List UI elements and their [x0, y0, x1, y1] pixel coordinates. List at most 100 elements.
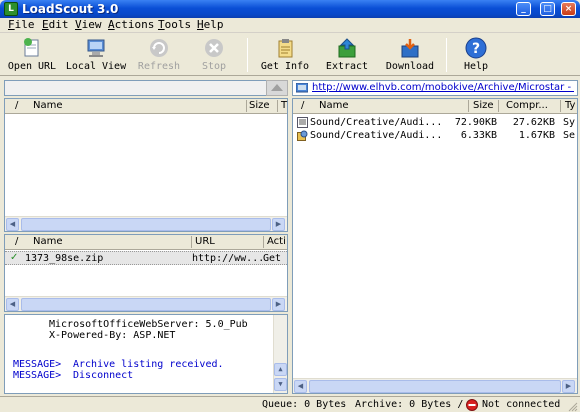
log-pane[interactable]: MicrosoftOfficeWebServer: 5.0_Pub X-Powe… — [4, 314, 288, 394]
col-compressed[interactable]: Compr... — [506, 100, 548, 111]
scroll-right-icon[interactable]: ▶ — [272, 218, 285, 231]
archive-row-type: Sy — [563, 117, 576, 128]
setup-file-icon — [297, 130, 308, 141]
extract-icon — [335, 36, 359, 60]
scroll-down-icon[interactable]: ▼ — [274, 378, 287, 391]
scroll-right-icon[interactable]: ▶ — [562, 380, 575, 393]
log-vscrollbar[interactable]: ▲ ▼ — [273, 315, 287, 393]
local-list-hscrollbar[interactable]: ◀ ▶ — [5, 216, 287, 231]
system-file-icon — [297, 117, 308, 128]
toolbar-separator — [247, 38, 248, 72]
title-bar[interactable]: L LoadScout 3.0 _ □ × — [0, 0, 580, 18]
local-view-button[interactable]: Local View — [63, 34, 129, 76]
col-name[interactable]: Name — [33, 236, 63, 247]
get-info-button[interactable]: Get Info — [258, 34, 312, 76]
toolbar: Open URL Local View Refresh Stop Get Inf… — [0, 34, 580, 76]
menu-edit[interactable]: Edit — [42, 18, 69, 33]
log-line: X-Powered-By: ASP.NET — [49, 330, 176, 341]
svg-text:?: ? — [472, 41, 480, 57]
folder-combo[interactable]: ▼ — [4, 80, 288, 96]
maximize-button[interactable]: □ — [540, 2, 555, 16]
help-button[interactable]: ? Help — [458, 34, 494, 76]
archive-row-type: Se — [563, 130, 576, 141]
toolbar-separator — [446, 38, 447, 72]
stop-icon — [202, 36, 226, 60]
log-line: Disconnect — [73, 370, 134, 381]
scroll-right-icon[interactable]: ▶ — [272, 298, 285, 311]
archive-url-link[interactable]: http://www.elhvb.com/mobokive/Archive/Mi… — [312, 82, 574, 93]
table-row[interactable]: Sound/Creative/Audi... 6.33KB 1.67KB Se — [293, 129, 577, 142]
col-action[interactable]: Acti — [267, 236, 286, 247]
archive-row-name: Sound/Creative/Audi... — [310, 117, 443, 128]
archive-file-list[interactable]: / Name Size Compr... Ty Sound/Creative/A… — [292, 98, 578, 394]
menu-view[interactable]: View — [75, 18, 102, 33]
col-sort[interactable]: / — [15, 236, 18, 247]
resize-grip-icon[interactable] — [566, 400, 578, 412]
window-title: LoadScout 3.0 — [22, 2, 119, 16]
log-prefix: MESSAGE> — [13, 370, 62, 381]
queue-row-url: http://ww... — [192, 253, 265, 264]
folder-up-icon — [271, 84, 283, 91]
menu-file[interactable]: File — [8, 18, 35, 33]
menu-tools[interactable]: Tools — [158, 18, 191, 33]
col-sort[interactable]: / — [15, 100, 18, 111]
archive-row-compressed: 27.62KB — [512, 117, 555, 128]
stop-button[interactable]: Stop — [194, 34, 234, 76]
log-line: MicrosoftOfficeWebServer: 5.0_Pub — [49, 319, 248, 330]
download-icon — [398, 36, 422, 60]
menu-help[interactable]: Help — [197, 18, 224, 33]
archive-row-compressed: 1.67KB — [518, 130, 555, 141]
col-size[interactable]: Size — [473, 100, 494, 111]
table-row[interactable]: Sound/Creative/Audi... 72.90KB 27.62KB S… — [293, 116, 577, 129]
col-type[interactable]: T — [281, 100, 287, 111]
status-queue: Queue: 0 Bytes — [262, 399, 347, 410]
log-line: Archive listing received. — [73, 359, 224, 370]
open-url-button[interactable]: Open URL — [6, 34, 58, 76]
info-clipboard-icon — [273, 36, 297, 60]
archive-row-size: 6.33KB — [460, 130, 497, 141]
scroll-up-icon[interactable]: ▲ — [274, 363, 287, 376]
minimize-button[interactable]: _ — [516, 2, 531, 16]
col-url[interactable]: URL — [195, 236, 215, 247]
refresh-icon — [147, 36, 171, 60]
scroll-left-icon[interactable]: ◀ — [6, 298, 19, 311]
menu-actions[interactable]: Actions — [108, 18, 154, 33]
scroll-thumb[interactable] — [309, 380, 561, 393]
help-icon: ? — [464, 36, 488, 60]
url-icon — [296, 83, 308, 93]
open-url-icon — [20, 36, 44, 60]
checkmark-icon: ✓ — [10, 252, 19, 263]
archive-row-name: Sound/Creative/Audi... — [310, 130, 443, 141]
col-sort[interactable]: / — [301, 100, 304, 111]
address-bar[interactable]: http://www.elhvb.com/mobokive/Archive/Mi… — [292, 80, 578, 96]
table-row[interactable]: ✓ 1373_98se.zip http://ww... Get — [5, 251, 287, 265]
scroll-left-icon[interactable]: ◀ — [6, 218, 19, 231]
status-archive: Archive: 0 Bytes / 0 — [355, 399, 476, 410]
disconnected-icon — [466, 399, 478, 411]
refresh-button[interactable]: Refresh — [134, 34, 184, 76]
col-size[interactable]: Size — [249, 100, 270, 111]
archive-row-size: 72.90KB — [454, 117, 497, 128]
col-name[interactable]: Name — [33, 100, 63, 111]
computer-icon — [84, 36, 108, 60]
extract-button[interactable]: Extract — [322, 34, 372, 76]
col-type[interactable]: Ty — [565, 100, 575, 111]
queue-hscrollbar[interactable]: ◀ ▶ — [5, 296, 287, 311]
col-name[interactable]: Name — [319, 100, 349, 111]
menu-bar: File Edit View Actions Tools Help — [0, 18, 580, 33]
scroll-thumb[interactable] — [21, 298, 271, 311]
log-prefix: MESSAGE> — [13, 359, 62, 370]
local-list-header: / Name Size T — [5, 99, 287, 114]
scroll-thumb[interactable] — [21, 218, 271, 231]
close-button[interactable]: × — [561, 2, 576, 16]
local-file-list[interactable]: / Name Size T ◀ ▶ — [4, 98, 288, 232]
queue-list-header: / Name URL Acti — [5, 235, 287, 250]
queue-row-action: Get — [263, 253, 282, 264]
archive-hscrollbar[interactable]: ◀ ▶ — [293, 378, 577, 393]
download-button[interactable]: Download — [382, 34, 438, 76]
status-connection: Not connected — [482, 399, 561, 410]
scroll-left-icon[interactable]: ◀ — [294, 380, 307, 393]
go-up-folder-button[interactable] — [266, 80, 288, 96]
queue-row-name: 1373_98se.zip — [25, 253, 104, 264]
queue-list[interactable]: / Name URL Acti ✓ 1373_98se.zip http://w… — [4, 234, 288, 312]
